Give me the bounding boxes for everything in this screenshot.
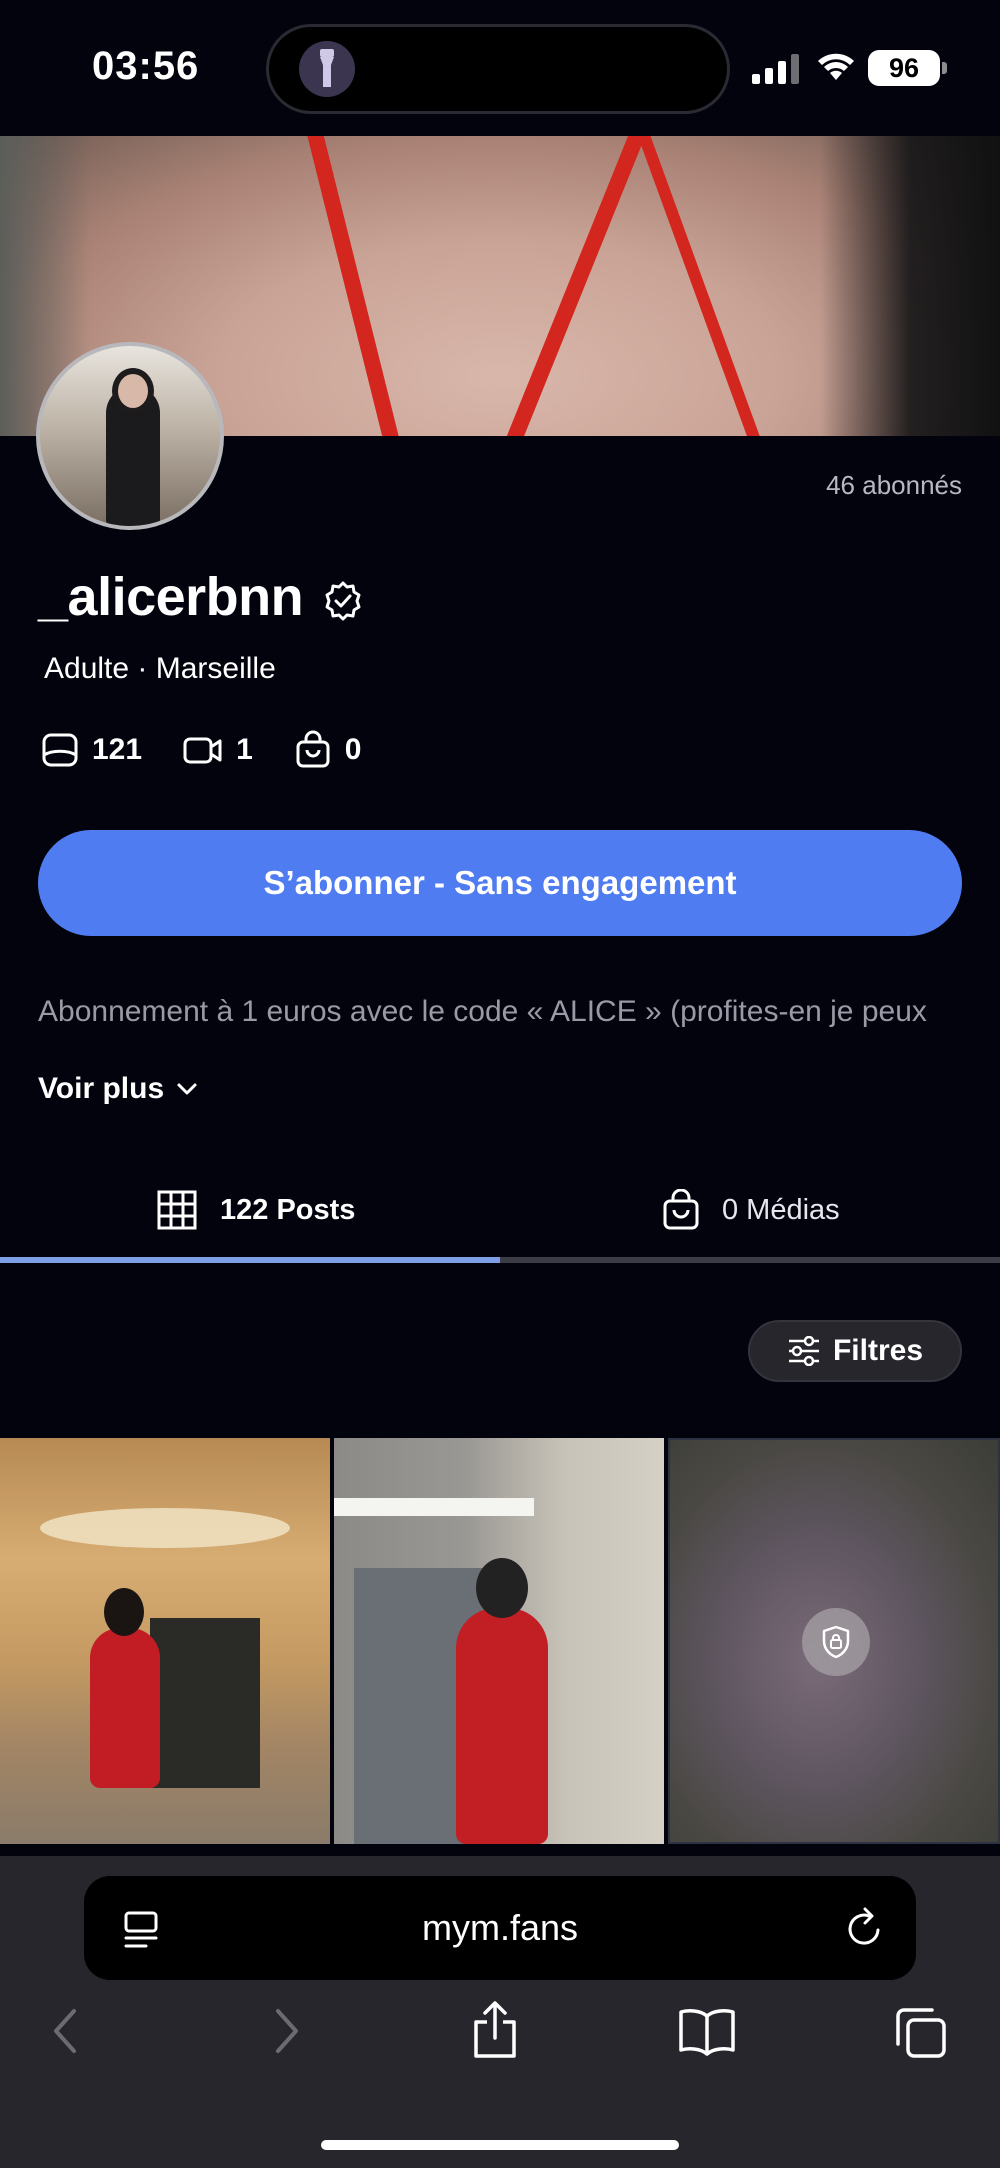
- browser-toolbar: mym.fans: [0, 1856, 1000, 2168]
- video-camera-icon: [183, 737, 222, 764]
- subscriber-count: 46 abonnés: [826, 470, 962, 500]
- status-bar: 03:56 96: [0, 0, 1000, 136]
- sliders-icon: [788, 1336, 819, 1366]
- post-thumbnail[interactable]: [0, 1438, 330, 1844]
- profile-description: Abonnement à 1 euros avec le code « ALIC…: [38, 995, 927, 1028]
- profile-category-location: Adulte · Marseille: [44, 652, 276, 685]
- reload-icon[interactable]: [844, 1906, 886, 1950]
- verified-badge-icon: [325, 581, 361, 621]
- address-url: mym.fans: [421, 1907, 579, 1948]
- tab-indicator-track: [0, 1257, 1000, 1263]
- flashlight-icon: [299, 41, 355, 97]
- stat-videos-count: 1: [236, 733, 253, 766]
- tab-posts[interactable]: 122 Posts: [156, 1160, 355, 1260]
- address-bar[interactable]: mym.fans: [84, 1876, 916, 1980]
- post-thumbnail[interactable]: [334, 1438, 664, 1844]
- signal-icon: [752, 54, 799, 84]
- shopping-bag-icon: [663, 1189, 699, 1230]
- filters-label: Filtres: [832, 1334, 924, 1367]
- subscribe-button[interactable]: S’abonner - Sans engagement: [38, 830, 962, 936]
- bookmarks-icon[interactable]: [678, 2006, 736, 2056]
- tab-indicator-active: [0, 1257, 500, 1263]
- content-tabs: 122 Posts 0 Médias: [0, 1160, 1000, 1264]
- stat-videos: 1: [182, 730, 253, 770]
- see-more-label: Voir plus: [38, 1072, 165, 1105]
- battery-indicator: 96: [868, 50, 940, 86]
- stat-bag-count: 0: [344, 733, 362, 766]
- profile-username: _alicerbnn: [38, 567, 304, 627]
- grid-icon: [157, 1190, 197, 1230]
- share-icon[interactable]: [470, 2000, 520, 2060]
- tab-posts-label: 122 Posts: [220, 1193, 356, 1226]
- profile-avatar[interactable]: [36, 342, 224, 530]
- tabs-icon[interactable]: [892, 2006, 948, 2060]
- lock-icon: [802, 1608, 870, 1676]
- stat-photos-count: 121: [92, 733, 143, 766]
- dynamic-island: [266, 24, 730, 114]
- profile-stats: 121 1 0: [40, 730, 401, 770]
- back-icon[interactable]: [50, 2006, 82, 2056]
- see-more-button[interactable]: Voir plus: [38, 1072, 198, 1106]
- status-time: 03:56: [92, 44, 200, 88]
- forward-icon[interactable]: [270, 2006, 302, 2056]
- tab-medias[interactable]: 0 Médias: [662, 1160, 840, 1260]
- filters-button[interactable]: Filtres: [748, 1320, 962, 1382]
- shopping-bag-icon: [296, 730, 330, 768]
- wifi-icon: [818, 53, 854, 80]
- photo-icon: [42, 733, 78, 767]
- stat-bag: 0: [293, 730, 362, 770]
- stat-photos: 121: [40, 730, 142, 770]
- tab-medias-label: 0 Médias: [722, 1193, 840, 1226]
- battery-tip: [942, 62, 947, 74]
- posts-grid: [0, 1438, 1000, 1848]
- post-thumbnail-locked[interactable]: [668, 1438, 1000, 1844]
- home-indicator: [321, 2140, 679, 2150]
- chevron-down-icon: [177, 1083, 197, 1095]
